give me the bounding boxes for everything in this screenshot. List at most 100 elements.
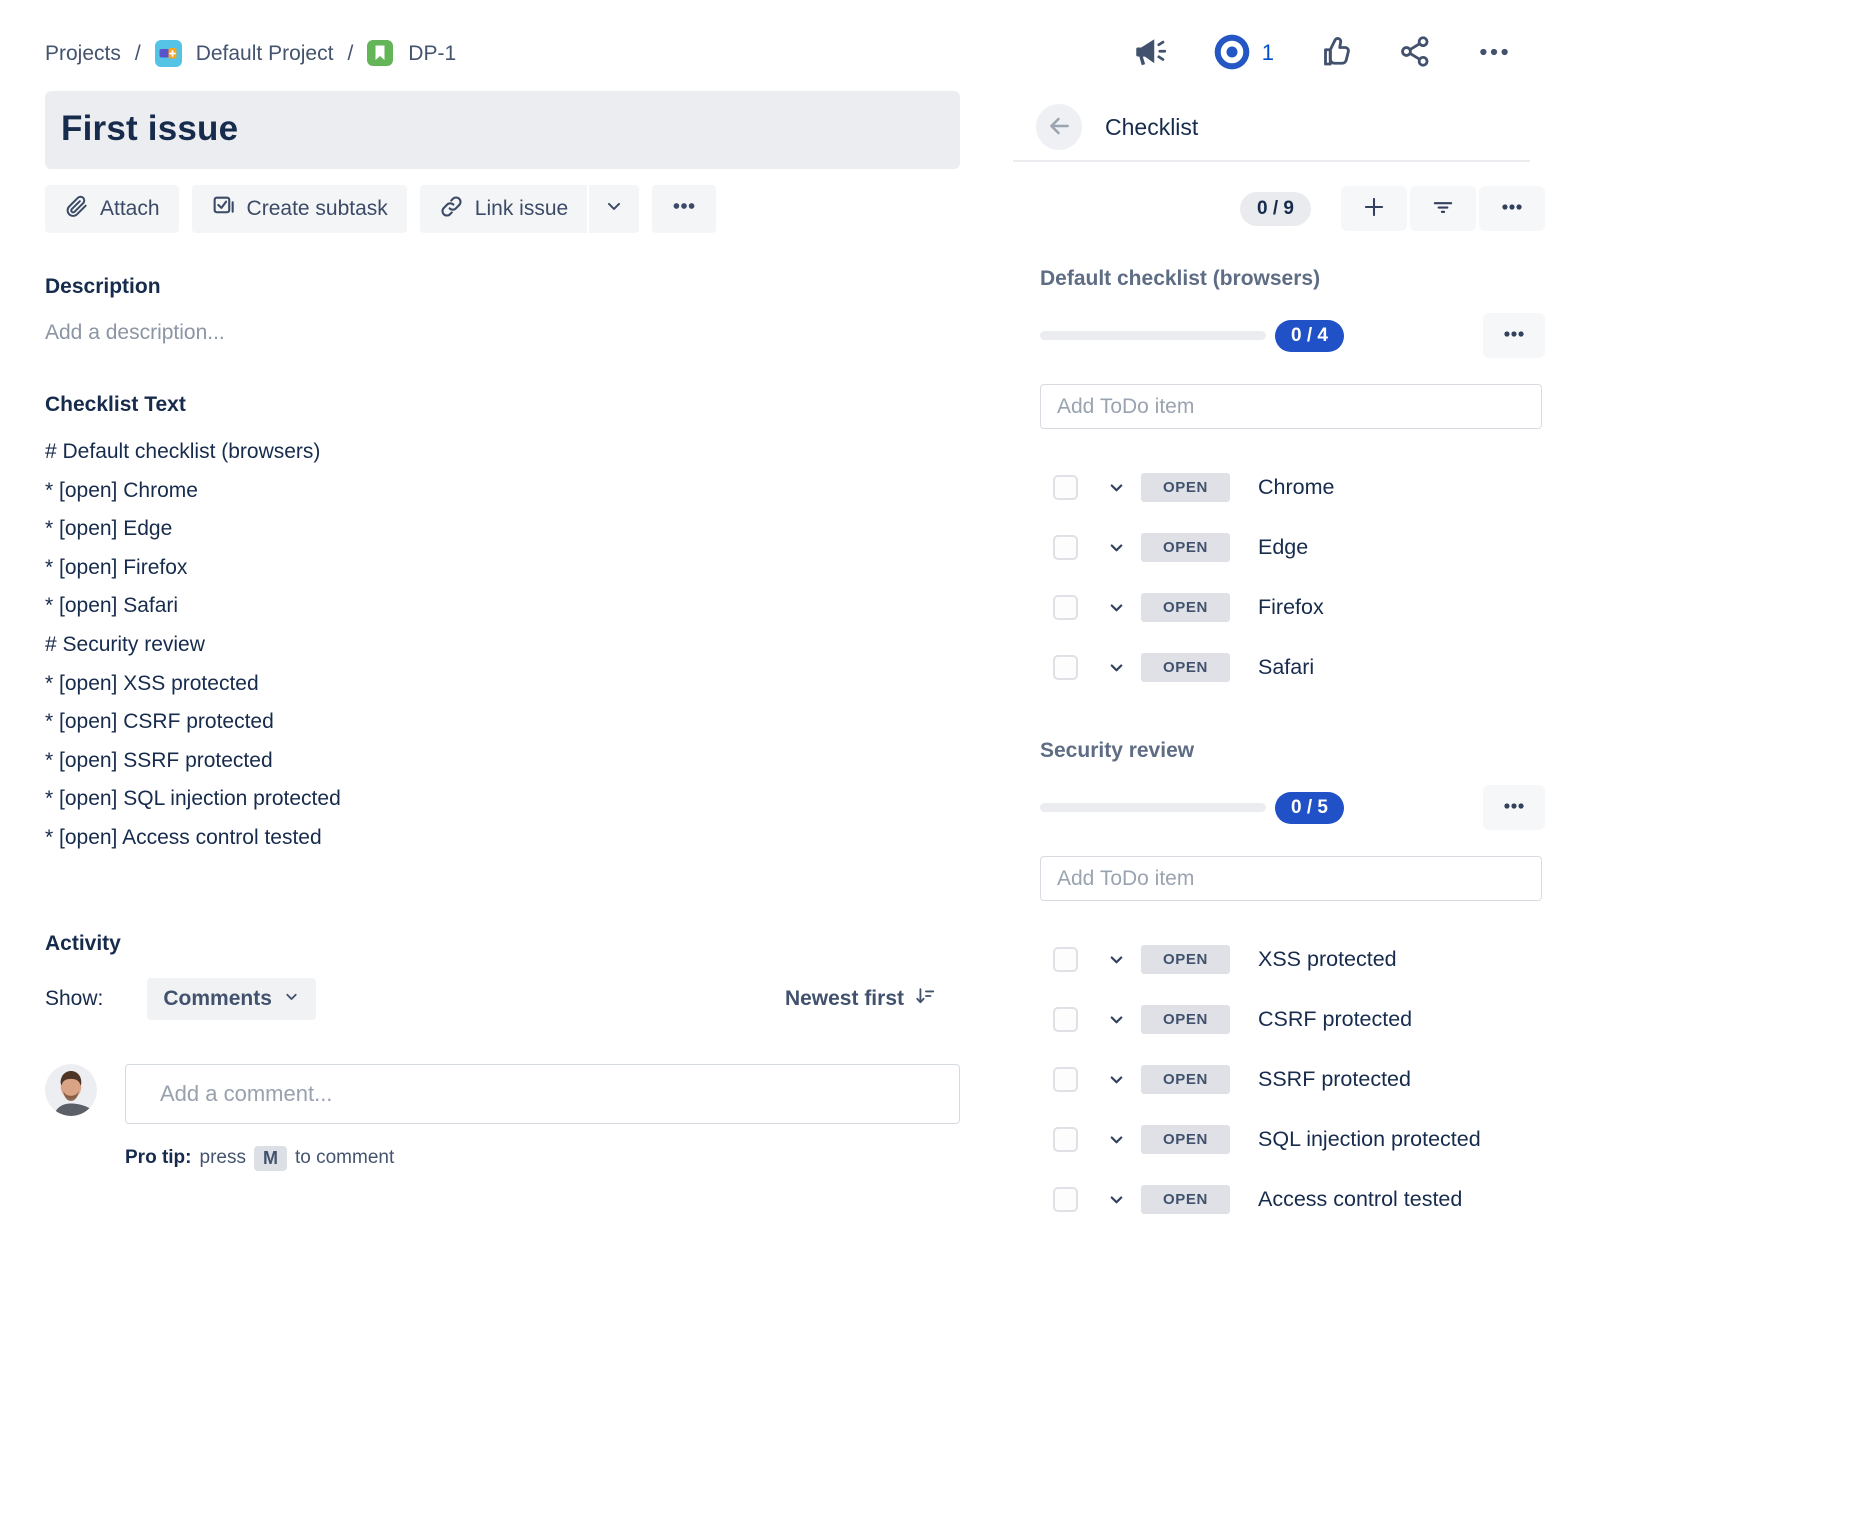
breadcrumb-issue-key[interactable]: DP-1 [408,42,456,66]
share-icon [1398,34,1433,72]
item-status-badge[interactable]: OPEN [1141,1065,1230,1094]
chevron-down-icon[interactable] [1107,950,1126,969]
chevron-down-icon[interactable] [1107,1130,1126,1149]
checklist-group-progress-row: 0 / 4 [1013,313,1545,358]
ellipsis-icon [1499,194,1525,223]
sort-order-button[interactable]: Newest first [785,985,936,1013]
group-more-button[interactable] [1483,785,1545,830]
breadcrumb-projects[interactable]: Projects [45,42,121,66]
chevron-down-icon[interactable] [1107,1070,1126,1089]
checklist-text-line: * [open] SSRF protected [45,742,960,781]
item-label[interactable]: SSRF protected [1258,1067,1411,1092]
breadcrumb: Projects / Default Project / DP-1 [45,40,960,67]
item-label[interactable]: XSS protected [1258,947,1397,972]
item-checkbox[interactable] [1053,595,1078,620]
create-subtask-label: Create subtask [247,197,388,221]
user-avatar[interactable] [45,1064,97,1116]
item-status-badge[interactable]: OPEN [1141,945,1230,974]
issue-type-icon [367,40,394,67]
add-checklist-button[interactable] [1341,186,1407,231]
link-issue-dropdown-button[interactable] [589,185,639,233]
item-checkbox[interactable] [1053,1067,1078,1092]
item-status-badge[interactable]: OPEN [1141,533,1230,562]
chevron-down-icon[interactable] [1107,658,1126,677]
checklist-item: OPEN Edge [1013,531,1545,563]
chevron-down-icon [283,987,300,1011]
issue-title: First issue [61,109,944,149]
checklist-text-line: * [open] CSRF protected [45,703,960,742]
chevron-down-icon [604,196,624,222]
back-button[interactable] [1036,104,1082,150]
chevron-down-icon[interactable] [1107,538,1126,557]
checklist-item: OPEN SQL injection protected [1013,1123,1545,1155]
watch-button[interactable]: 1 [1211,31,1274,76]
add-comment-row [45,1064,960,1124]
item-label[interactable]: Safari [1258,655,1314,680]
item-label[interactable]: CSRF protected [1258,1007,1412,1032]
pro-tip-suffix: to comment [295,1147,394,1169]
feedback-button[interactable] [1131,34,1167,73]
item-label[interactable]: SQL injection protected [1258,1127,1481,1152]
share-button[interactable] [1398,34,1433,72]
chevron-down-icon[interactable] [1107,598,1126,617]
attach-button[interactable]: Attach [45,185,179,233]
progress-bar [1040,803,1266,812]
checklist-text-line: * [open] Edge [45,510,960,549]
link-issue-button[interactable]: Link issue [420,185,587,233]
link-issue-split-button: Link issue [420,185,639,233]
add-todo-input[interactable] [1040,856,1542,901]
create-subtask-button[interactable]: Create subtask [192,185,407,233]
comments-filter-dropdown[interactable]: Comments [147,978,316,1020]
ellipsis-icon [671,193,697,225]
subtask-icon [211,194,236,225]
checklist-item: OPEN Firefox [1013,591,1545,623]
header-more-button[interactable] [1477,35,1511,72]
item-label[interactable]: Edge [1258,535,1308,560]
item-checkbox[interactable] [1053,1187,1078,1212]
breadcrumb-project[interactable]: Default Project [196,42,334,66]
item-status-badge[interactable]: OPEN [1141,653,1230,682]
paperclip-icon [64,194,89,225]
link-icon [439,194,464,225]
item-status-badge[interactable]: OPEN [1141,1005,1230,1034]
group-more-button[interactable] [1483,313,1545,358]
chevron-down-icon[interactable] [1107,1010,1126,1029]
filter-checklist-button[interactable] [1410,186,1476,231]
chevron-down-icon[interactable] [1107,1190,1126,1209]
item-checkbox[interactable] [1053,655,1078,680]
checklist-text-body[interactable]: # Default checklist (browsers) * [open] … [45,433,960,858]
item-status-badge[interactable]: OPEN [1141,593,1230,622]
item-checkbox[interactable] [1053,475,1078,500]
item-checkbox[interactable] [1053,947,1078,972]
item-checkbox[interactable] [1053,1127,1078,1152]
item-label[interactable]: Chrome [1258,475,1334,500]
checklist-item: OPEN SSRF protected [1013,1063,1545,1095]
issue-more-button[interactable] [652,185,716,233]
checklist-more-button[interactable] [1479,186,1545,231]
plus-icon [1361,194,1387,223]
link-issue-label: Link issue [475,197,568,221]
activity-heading: Activity [45,932,960,956]
item-label[interactable]: Firefox [1258,595,1324,620]
comments-filter-value: Comments [163,987,272,1011]
checklist-text-heading: Checklist Text [45,393,960,417]
item-status-badge[interactable]: OPEN [1141,1125,1230,1154]
megaphone-icon [1131,34,1167,73]
chevron-down-icon[interactable] [1107,478,1126,497]
checklist-text-line: * [open] Safari [45,587,960,626]
item-label[interactable]: Access control tested [1258,1187,1462,1212]
checklist-item: OPEN Chrome [1013,471,1545,503]
breadcrumb-separator-2: / [347,42,353,66]
issue-title-container[interactable]: First issue [45,91,960,169]
add-todo-input[interactable] [1040,384,1542,429]
item-checkbox[interactable] [1053,1007,1078,1032]
comment-input[interactable] [125,1064,960,1124]
description-placeholder[interactable]: Add a description... [45,321,960,345]
item-checkbox[interactable] [1053,535,1078,560]
breadcrumb-separator: / [135,42,141,66]
like-button[interactable] [1318,34,1354,73]
item-status-badge[interactable]: OPEN [1141,473,1230,502]
checklist-text-line: # Default checklist (browsers) [45,433,960,472]
panel-divider [1013,160,1530,162]
item-status-badge[interactable]: OPEN [1141,1185,1230,1214]
